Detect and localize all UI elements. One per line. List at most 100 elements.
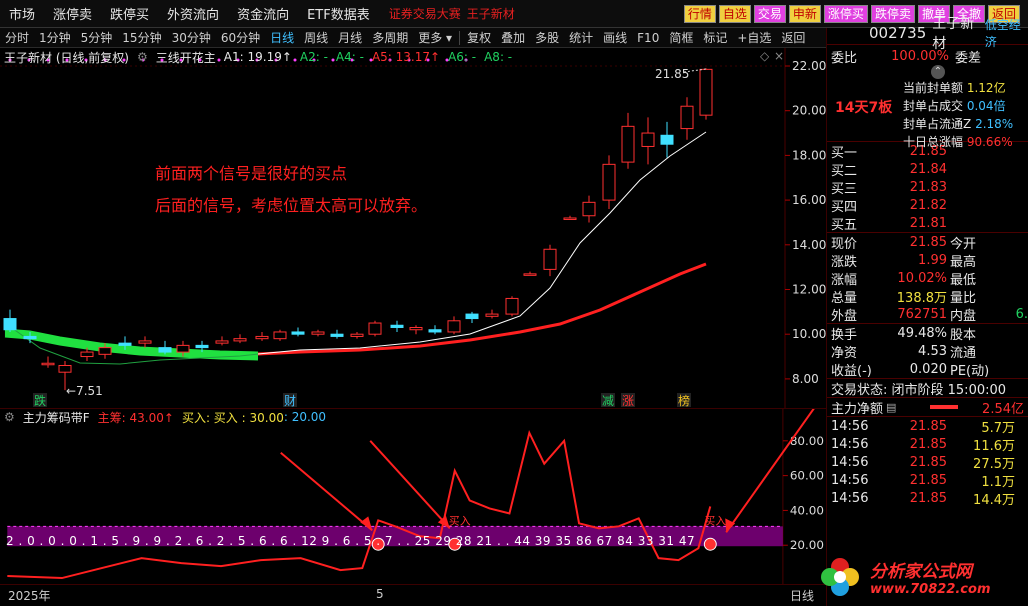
- tool-overlay[interactable]: 叠加: [496, 29, 530, 46]
- candle: [660, 134, 674, 145]
- menu-etf-table[interactable]: ETF数据表: [298, 4, 379, 23]
- menu-limit-up-sell[interactable]: 涨停卖: [44, 4, 101, 23]
- tool-mark[interactable]: 标记: [698, 29, 732, 46]
- promo-stock-link[interactable]: 王子新材: [467, 5, 515, 22]
- quote-label: 外盘: [831, 308, 858, 324]
- period-30min[interactable]: 30分钟: [167, 29, 216, 46]
- candle: [330, 333, 344, 337]
- tool-draw[interactable]: 画线: [598, 29, 632, 46]
- tool-stats[interactable]: 统计: [564, 29, 598, 46]
- quick-trade-button[interactable]: 交易: [753, 5, 786, 23]
- quote-label-2: 量比: [950, 290, 977, 306]
- period-60min[interactable]: 60分钟: [216, 29, 265, 46]
- tool-f10[interactable]: F10: [632, 31, 664, 45]
- event-badge-label: 榜: [678, 393, 690, 408]
- quote-label-2: PE(动): [950, 363, 990, 379]
- period-intraday[interactable]: 分时: [0, 29, 34, 46]
- menu-foreign-flow[interactable]: 外资流向: [158, 4, 228, 23]
- quick-new-button[interactable]: 申新: [788, 5, 821, 23]
- netflow-row: 主力净额 ▤ 2.54亿: [827, 398, 1028, 417]
- period-1min[interactable]: 1分钟: [34, 29, 76, 46]
- quote-label-2: 股本: [950, 327, 977, 343]
- bid-row[interactable]: 买五 21.81: [827, 214, 1028, 233]
- candle: [582, 201, 596, 217]
- indicator-a1: A1: 19.19↑: [223, 50, 292, 64]
- bid-price: 21.83: [909, 179, 947, 195]
- promo-contest-link[interactable]: 证券交易大赛: [389, 5, 461, 22]
- main-axis-label: 10.00: [792, 327, 826, 341]
- indicator-chart[interactable]: 80.0060.0040.0020.00 买入 买入: [0, 408, 826, 584]
- bid-price: 21.82: [909, 197, 947, 213]
- axis-month: 5: [376, 587, 384, 601]
- seal-amount-value: 1.12亿: [966, 81, 1006, 95]
- tick-volume: 11.6万: [973, 438, 1015, 454]
- indicator-a5: A5: 13.17↑: [371, 50, 441, 64]
- quick-limit-up-buy-button[interactable]: 涨停买: [823, 5, 868, 23]
- main-chip-line: [7, 429, 712, 580]
- quick-quotes-button[interactable]: 行情: [683, 5, 716, 23]
- menu-icon[interactable]: ▤: [886, 401, 896, 414]
- gear-icon[interactable]: ⚙: [4, 410, 15, 424]
- concept-tag[interactable]: 低空经济: [985, 16, 1028, 50]
- kline-chart[interactable]: 22.0020.0018.0016.0014.0012.0010.008.00 …: [0, 48, 826, 408]
- candle: [291, 331, 305, 335]
- menu-capital-flow[interactable]: 资金流向: [228, 4, 298, 23]
- sub-extra-value: : 20.00: [283, 410, 327, 424]
- bid-row[interactable]: 买四 21.82: [827, 196, 1028, 215]
- period-5min[interactable]: 5分钟: [76, 29, 118, 46]
- bid-price: 21.84: [909, 161, 947, 177]
- candle: [58, 364, 72, 373]
- tool-add-watch[interactable]: +自选: [732, 29, 776, 46]
- quote-row: 外盘 762751 内盘 6.: [827, 305, 1028, 324]
- quote-value: 21.85: [909, 234, 947, 250]
- quick-limit-down-sell-button[interactable]: 跌停卖: [870, 5, 915, 23]
- sub-info-line: ⚙ 主力筹码带F 主筹: 43.00↑ 买入: 买入 : 30.00 : 20.…: [0, 409, 334, 425]
- tool-back[interactable]: 返回: [776, 29, 810, 46]
- main-axis-label: 14.00: [792, 238, 826, 252]
- quote-value: 4.53: [918, 343, 947, 359]
- seal-vs-volume-value: 0.04倍: [966, 99, 1006, 113]
- buy-signal-icon: [703, 537, 717, 551]
- menu-market[interactable]: 市场: [0, 4, 44, 23]
- period-monthly[interactable]: 月线: [333, 29, 367, 46]
- bid-label: 买四: [831, 199, 858, 215]
- quote-label: 净资: [831, 345, 858, 361]
- trading-status: 交易状态: 闭市阶段 15:00:00: [831, 382, 1007, 398]
- chevron-up-icon[interactable]: ⌃: [931, 65, 945, 79]
- bid-row[interactable]: 买二 21.84: [827, 160, 1028, 179]
- period-daily[interactable]: 日线: [265, 29, 299, 46]
- tool-simple[interactable]: 简框: [664, 29, 698, 46]
- period-more[interactable]: 更多 ▾: [413, 29, 457, 46]
- tick-row: 14:56 21.85 14.4万: [827, 489, 1028, 508]
- bid-row[interactable]: 买三 21.83: [827, 178, 1028, 197]
- weibi-value: 100.00%: [891, 48, 949, 64]
- candle: [195, 344, 209, 349]
- quick-watchlist-button[interactable]: 自选: [718, 5, 751, 23]
- period-multi[interactable]: 多周期: [367, 29, 413, 46]
- quote-value: 0.020: [909, 361, 947, 377]
- quote-row: 涨跌 1.99 最高: [827, 251, 1028, 270]
- weibi-label: 委比: [831, 50, 858, 66]
- tick-row: 14:56 21.85 11.6万: [827, 435, 1028, 454]
- toolbar-divider: [459, 30, 461, 45]
- indicator-a4: A4: -: [335, 50, 364, 64]
- bid-label: 买五: [831, 217, 858, 233]
- quote-label: 涨幅: [831, 272, 858, 288]
- annotation-arrow: [369, 440, 451, 529]
- indicator-name[interactable]: 三线开花主: [156, 49, 216, 66]
- tool-multi-stock[interactable]: 多股: [530, 29, 564, 46]
- quote-label: 总量: [831, 290, 858, 306]
- bid-label: 买三: [831, 181, 858, 197]
- netflow-value: 2.54亿: [982, 401, 1024, 417]
- candle: [409, 326, 423, 331]
- quote-value: 10.02%: [897, 270, 947, 286]
- quote-label-2: 最低: [950, 272, 977, 288]
- period-weekly[interactable]: 周线: [299, 29, 333, 46]
- gear-icon[interactable]: ⚙: [137, 50, 148, 64]
- period-15min[interactable]: 15分钟: [117, 29, 166, 46]
- sub-indicator-name[interactable]: 主力筹码带F: [23, 409, 90, 426]
- indicator-a8: A8: -: [484, 50, 513, 64]
- candle: [311, 331, 325, 335]
- menu-limit-down-buy[interactable]: 跌停买: [101, 4, 158, 23]
- tool-adjust[interactable]: 复权: [462, 29, 496, 46]
